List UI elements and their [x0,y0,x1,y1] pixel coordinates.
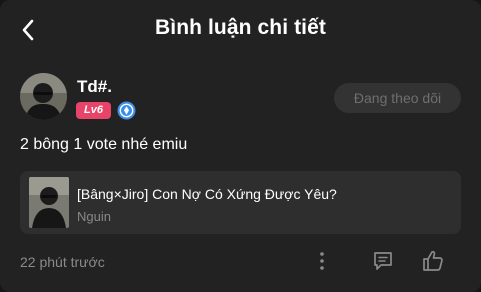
post-title: [Bâng×Jiro] Con Nợ Có Xứng Được Yêu? [77,186,337,202]
post-author: Nguin [77,209,111,224]
more-vertical-icon [320,252,324,270]
comment-text: 2 bông 1 vote nhé emiu [20,136,188,153]
post-thumbnail [29,177,69,228]
thumbs-up-icon [423,250,443,271]
level-badge: Lv6 [76,102,111,119]
avatar[interactable] [20,73,67,120]
post-card[interactable]: [Bâng×Jiro] Con Nợ Có Xứng Được Yêu? Ngu… [20,171,461,234]
comment-detail-screen: Bình luận chi tiết Td#. Lv6 Đang theo dõ… [0,0,481,292]
reply-button[interactable] [370,248,396,274]
header-bar: Bình luận chi tiết [0,0,481,58]
timestamp: 22 phút trước [20,254,105,270]
verified-badge-icon [117,101,136,120]
follow-button[interactable]: Đang theo dõi [334,83,461,113]
comment-icon [374,252,392,270]
page-title: Bình luận chi tiết [155,16,326,39]
more-button[interactable] [309,248,335,274]
username[interactable]: Td#. [77,77,112,97]
avatar-image [20,73,67,120]
like-button[interactable] [420,248,446,274]
